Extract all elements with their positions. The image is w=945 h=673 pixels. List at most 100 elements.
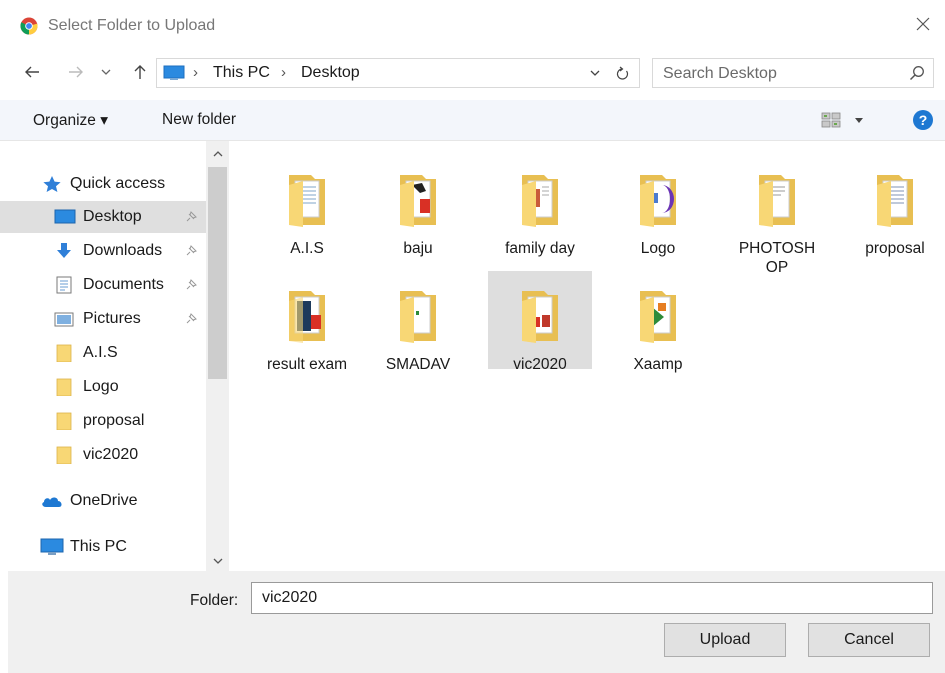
close-icon [916, 17, 930, 31]
folder-icon [759, 175, 795, 227]
folder-item-proposal[interactable]: proposal [843, 155, 945, 257]
folder-item-photoshop[interactable]: PHOTOSHOP [725, 155, 829, 276]
nav-item-quick-access[interactable]: Quick access [0, 168, 206, 200]
nav-item-label: Downloads [83, 242, 163, 259]
nav-item-logo[interactable]: Logo [0, 371, 206, 403]
nav-item-label: Pictures [83, 310, 141, 327]
folder-item-result-exam[interactable]: result exam [255, 271, 359, 373]
folder-icon [56, 378, 72, 396]
download-icon [57, 243, 71, 258]
file-name: Xaamp [633, 356, 683, 373]
file-name: family day [505, 240, 575, 257]
organize-menu[interactable]: Organize ▾ [33, 111, 108, 130]
cancel-button[interactable]: Cancel [808, 623, 930, 657]
refresh-button[interactable] [611, 63, 633, 83]
pin-icon [186, 313, 197, 324]
arrow-left-icon [25, 66, 39, 78]
navigation-row: › This PC › Desktop [0, 54, 945, 94]
breadcrumb-separator: › [281, 64, 286, 81]
star-icon [43, 176, 61, 192]
search-box[interactable] [652, 58, 934, 88]
close-button[interactable] [909, 10, 937, 38]
window-title: Select Folder to Upload [48, 17, 216, 34]
file-name: vic2020 [513, 356, 567, 373]
upload-button[interactable]: Upload [664, 623, 786, 657]
nav-item-label: Logo [83, 378, 119, 395]
nav-item-label: This PC [70, 538, 127, 555]
folder-icon [400, 175, 436, 227]
nav-item-pictures[interactable]: Pictures [0, 303, 206, 335]
nav-item-ais[interactable]: A.I.S [0, 337, 206, 369]
nav-item-downloads[interactable]: Downloads [0, 235, 206, 267]
scroll-thumb[interactable] [208, 167, 227, 379]
folder-item-ais[interactable]: A.I.S [255, 155, 359, 257]
nav-item-desktop[interactable]: Desktop [0, 201, 206, 233]
chevron-down-icon [101, 69, 111, 75]
nav-item-this-pc[interactable]: This PC [0, 531, 206, 563]
navigation-pane: Quick access Desktop Downloads Documents… [0, 141, 229, 571]
back-button[interactable] [20, 60, 44, 84]
up-button[interactable] [128, 60, 152, 84]
folder-item-smadav[interactable]: SMADAV [366, 271, 470, 373]
recent-locations-button[interactable] [98, 60, 114, 84]
folder-icon [56, 412, 72, 430]
chevron-down-icon [213, 558, 222, 564]
forward-button[interactable] [64, 60, 88, 84]
nav-item-label: Quick access [70, 175, 166, 192]
nav-item-label: Documents [83, 276, 164, 293]
folder-name-input[interactable] [251, 582, 933, 614]
this-pc-icon [163, 65, 185, 80]
arrow-up-icon [134, 65, 146, 79]
breadcrumb-this-pc[interactable]: This PC [213, 64, 270, 82]
folder-item-vic2020[interactable]: vic2020 [488, 271, 592, 373]
help-icon[interactable]: ? [912, 109, 934, 131]
address-dropdown-button[interactable] [585, 63, 605, 83]
folder-icon [522, 175, 558, 227]
nav-item-label: proposal [83, 412, 145, 429]
folder-item-family-day[interactable]: family day [488, 155, 592, 257]
search-input[interactable] [661, 62, 895, 86]
folder-icon [400, 291, 436, 343]
pin-icon [186, 279, 197, 290]
folder-icon [289, 291, 325, 343]
file-list: A.I.S baju family day Logo PHOTOSHOP pro… [229, 141, 945, 571]
nav-item-vic2020[interactable]: vic2020 [0, 439, 206, 471]
scroll-down-button[interactable] [206, 553, 229, 569]
breadcrumb-desktop[interactable]: Desktop [301, 64, 360, 82]
scroll-up-button[interactable] [206, 145, 229, 161]
nav-item-proposal[interactable]: proposal [0, 405, 206, 437]
search-icon[interactable] [909, 65, 925, 81]
folder-icon [56, 446, 72, 464]
folder-item-logo[interactable]: Logo [606, 155, 710, 257]
file-name: result exam [266, 356, 348, 373]
breadcrumb-separator: › [193, 64, 198, 81]
nav-item-documents[interactable]: Documents [0, 269, 206, 301]
change-view-button[interactable] [818, 108, 868, 132]
pictures-icon [54, 312, 74, 327]
nav-item-label: Desktop [83, 208, 142, 225]
nav-item-label: A.I.S [83, 344, 118, 361]
svg-text:?: ? [919, 112, 928, 128]
folder-icon [289, 175, 325, 227]
folder-icon [522, 291, 558, 343]
computer-icon [40, 538, 64, 555]
view-grid-icon [821, 112, 841, 128]
folder-item-baju[interactable]: baju [366, 155, 470, 257]
new-folder-button[interactable]: New folder [162, 111, 236, 129]
folder-icon [56, 344, 72, 362]
address-bar[interactable]: › This PC › Desktop [156, 58, 640, 88]
nav-scrollbar[interactable] [206, 141, 229, 571]
nav-item-onedrive[interactable]: OneDrive [0, 485, 206, 517]
upload-dialog: Select Folder to Upload › This PC › Desk… [0, 0, 945, 673]
file-name: baju [403, 240, 433, 257]
folder-icon [877, 175, 913, 227]
arrow-right-icon [69, 66, 83, 78]
pin-icon [186, 245, 197, 256]
refresh-icon [616, 66, 629, 80]
desktop-icon [54, 209, 76, 224]
folder-item-xaamp[interactable]: Xaamp [606, 271, 710, 373]
file-name: proposal [865, 240, 925, 257]
chevron-down-icon [590, 70, 600, 76]
folder-icon [640, 291, 676, 343]
cloud-icon [42, 497, 62, 507]
